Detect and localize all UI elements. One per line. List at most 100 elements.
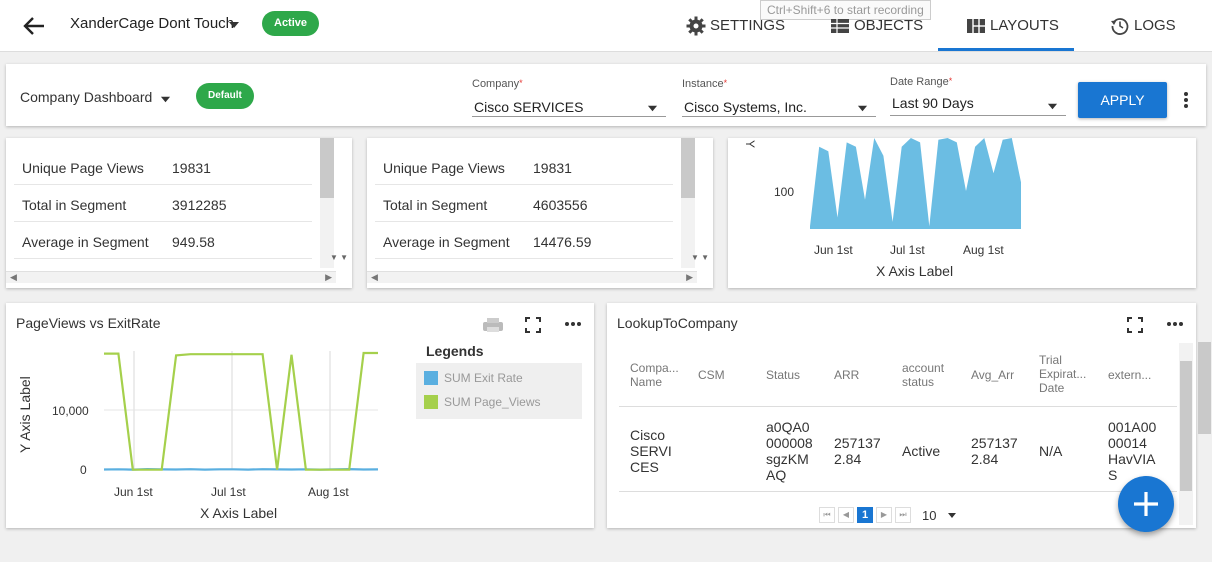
vertical-scrollbar[interactable] <box>320 138 334 268</box>
instance-select[interactable]: Instance* Cisco Systems, Inc. <box>682 78 876 117</box>
dashboard-selector[interactable]: Company Dashboard <box>20 89 152 105</box>
column-header-trial-expiration-date[interactable]: Trial Expirat... Date <box>1039 353 1086 395</box>
x-tick-label: Aug 1st <box>963 243 1004 257</box>
x-axis-label: X Axis Label <box>200 505 277 521</box>
table-icon <box>831 19 849 33</box>
previous-page-button[interactable]: ◀ <box>838 507 854 523</box>
tab-settings[interactable]: SETTINGS <box>686 16 785 51</box>
cell-arr: 257137 2.84 <box>834 435 881 467</box>
column-header-external[interactable]: extern... <box>1108 368 1151 382</box>
legend-swatch <box>424 395 438 409</box>
line-chart: Y Axis Label 10,000 0 Jun 1st Jul 1st Au… <box>17 351 379 521</box>
stat-key: Unique Page Views <box>22 160 144 176</box>
company-label: Company* <box>472 78 523 90</box>
horizontal-scrollbar[interactable]: ◀ ▶ <box>6 271 336 283</box>
cell-external: 001A00 00014 HavVIA S <box>1108 419 1157 483</box>
pagination: ⏮ ◀ 1 ▶ ⏭ 10 <box>819 507 957 523</box>
chevron-down-icon <box>1047 103 1058 110</box>
stat-key: Unique Page Views <box>383 160 505 176</box>
y-tick-label: 10,000 <box>52 404 89 418</box>
page-number-button[interactable]: 1 <box>857 507 873 523</box>
stat-value: 4603556 <box>533 197 588 213</box>
tab-objects[interactable]: OBJECTS <box>830 17 923 51</box>
stats-table: Unique Page Views 19831 Total in Segment 3… <box>14 148 312 259</box>
plus-icon <box>1134 492 1158 516</box>
vertical-scrollbar[interactable] <box>681 138 695 268</box>
horizontal-scrollbar[interactable]: ◀ ▶ <box>367 271 697 283</box>
column-header-account-status[interactable]: account status <box>902 361 944 389</box>
tab-layouts[interactable]: LAYOUTS <box>938 17 1074 51</box>
table-row[interactable]: Cisco SERVI CES a0QA0 000008 sgzKM AQ 257137 2… <box>619 408 1177 492</box>
legend-item-exit-rate[interactable]: SUM Exit Rate <box>424 371 523 385</box>
legend-label: SUM Page_Views <box>444 395 541 409</box>
chevron-down-icon[interactable] <box>947 510 957 520</box>
cell-account-status: Active <box>902 443 941 459</box>
scroll-down-arrow-icon[interactable]: ▼ ▼ <box>691 253 709 262</box>
column-header-avg-arr[interactable]: Avg_Arr <box>971 368 1014 382</box>
tab-layouts-label: LAYOUTS <box>990 17 1059 34</box>
print-icon[interactable] <box>481 317 505 333</box>
card-title: LookupToCompany <box>617 315 738 331</box>
cell-avg-arr: 257137 2.84 <box>971 435 1018 467</box>
cell-trial-expiration-date: N/A <box>1039 443 1063 459</box>
area-chart: Y 100 Jun 1st Jul 1st Aug 1st X Axis Lab… <box>743 138 1021 279</box>
chevron-down-icon <box>647 105 658 112</box>
column-header-csm[interactable]: CSM <box>698 368 725 382</box>
table-header: Compa... Name CSM Status ARR account statu… <box>619 343 1177 407</box>
chevron-down-icon[interactable] <box>160 94 171 105</box>
date-range-select[interactable]: Date Range* Last 90 Days <box>890 76 1066 116</box>
history-icon <box>1111 18 1129 35</box>
back-arrow-icon[interactable] <box>20 12 48 40</box>
area-series <box>810 138 1021 229</box>
apply-button[interactable]: APPLY <box>1078 82 1167 118</box>
column-header-arr[interactable]: ARR <box>834 368 859 382</box>
legend: SUM Exit Rate SUM Page_Views <box>416 363 582 419</box>
tab-logs[interactable]: LOGS <box>1110 17 1176 51</box>
stat-value: 19831 <box>172 160 211 176</box>
lookup-to-company-card: LookupToCompany Compa... Name CSM Status … <box>607 303 1196 528</box>
more-horizontal-icon[interactable] <box>1166 321 1184 327</box>
y-axis-label: Y Axis Label <box>17 376 33 453</box>
area-chart-card: Y 100 Jun 1st Jul 1st Aug 1st X Axis Lab… <box>728 138 1196 288</box>
stat-row: Total in Segment 4603556 <box>375 185 673 222</box>
chevron-down-icon[interactable] <box>228 19 240 31</box>
legend-title: Legends <box>426 343 484 359</box>
first-page-button[interactable]: ⏮ <box>819 507 835 523</box>
line-series-sum-page-views[interactable] <box>104 351 378 471</box>
last-page-button[interactable]: ⏭ <box>895 507 911 523</box>
x-axis-label: X Axis Label <box>876 263 953 279</box>
page-size-select[interactable]: 10 <box>922 508 936 523</box>
gear-icon <box>686 16 706 36</box>
project-name[interactable]: XanderCage Dont Touch <box>70 15 234 32</box>
stat-row: Average in Segment 949.58 <box>14 222 312 259</box>
cell-company-name: Cisco SERVI CES <box>630 427 672 475</box>
stat-key: Total in Segment <box>383 197 488 213</box>
y-tick-label: 100 <box>774 185 794 199</box>
page-vertical-scrollbar[interactable] <box>1197 138 1212 530</box>
x-tick-label: Jun 1st <box>814 243 853 257</box>
company-select[interactable]: Company* Cisco SERVICES <box>472 78 666 117</box>
vertical-scrollbar[interactable] <box>1179 343 1193 525</box>
scroll-down-arrow-icon[interactable]: ▼ ▼ <box>330 253 348 262</box>
x-tick-label: Jul 1st <box>211 485 246 499</box>
fullscreen-icon[interactable] <box>1127 317 1143 333</box>
column-header-status[interactable]: Status <box>766 368 800 382</box>
next-page-button[interactable]: ▶ <box>876 507 892 523</box>
stat-key: Total in Segment <box>22 197 127 213</box>
more-horizontal-icon[interactable] <box>564 321 582 327</box>
fullscreen-icon[interactable] <box>525 317 541 333</box>
chevron-down-icon <box>857 105 868 112</box>
column-header-company-name[interactable]: Compa... Name <box>630 361 679 389</box>
legend-item-page-views[interactable]: SUM Page_Views <box>424 395 541 409</box>
stats-card-2: Unique Page Views 19831 Total in Segment 4… <box>367 138 713 288</box>
x-tick-label: Jul 1st <box>890 243 925 257</box>
stat-row: Total in Segment 3912285 <box>14 185 312 222</box>
legend-label: SUM Exit Rate <box>444 371 523 385</box>
dashboard-filter-bar: Company Dashboard Default Company* Cisco… <box>6 64 1206 126</box>
add-widget-button[interactable] <box>1118 476 1174 532</box>
y-axis-label: Y <box>743 140 757 148</box>
more-vertical-icon[interactable] <box>1178 90 1194 110</box>
legend-swatch <box>424 371 438 385</box>
stat-row: Unique Page Views 19831 <box>375 148 673 185</box>
stat-value: 14476.59 <box>533 234 592 250</box>
